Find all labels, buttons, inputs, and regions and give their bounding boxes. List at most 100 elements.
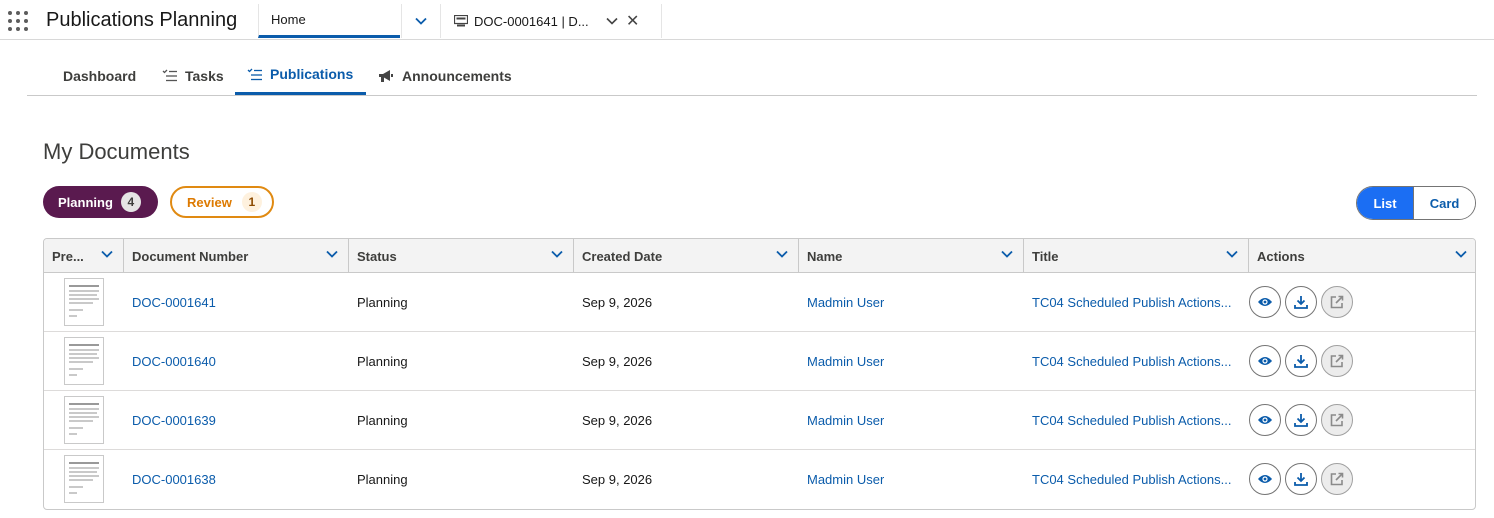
table-row: DOC-0001639 Planning Sep 9, 2026 Madmin … bbox=[44, 391, 1475, 450]
column-header-status[interactable]: Status bbox=[349, 239, 574, 273]
column-label: Document Number bbox=[132, 248, 249, 264]
tab-label: Dashboard bbox=[63, 67, 137, 84]
card-view-button[interactable]: Card bbox=[1413, 187, 1475, 219]
tab-announcements[interactable]: Announcements bbox=[378, 56, 512, 95]
doc-tab[interactable]: DOC-0001641 | D... ✕ bbox=[442, 4, 662, 38]
document-number-link[interactable]: DOC-0001641 bbox=[132, 273, 216, 331]
column-label: Title bbox=[1032, 248, 1059, 264]
tab-tasks[interactable]: Tasks bbox=[162, 56, 224, 95]
download-icon bbox=[1294, 296, 1308, 309]
preview-button[interactable] bbox=[1249, 463, 1281, 495]
pill-label: Planning bbox=[58, 194, 113, 210]
chevron-down-icon[interactable] bbox=[606, 17, 618, 25]
created-date-cell: Sep 9, 2026 bbox=[582, 412, 653, 428]
document-preview-thumbnail[interactable] bbox=[64, 455, 104, 503]
page-title: My Documents bbox=[43, 139, 190, 164]
open-external-button[interactable] bbox=[1321, 404, 1353, 436]
home-tab-label: Home bbox=[271, 12, 306, 27]
tab-label: Announcements bbox=[402, 67, 512, 84]
column-label: Name bbox=[807, 248, 843, 264]
document-preview-thumbnail[interactable] bbox=[64, 278, 104, 326]
download-icon bbox=[1294, 473, 1308, 486]
open-external-icon bbox=[1330, 354, 1344, 368]
checklist-icon bbox=[247, 68, 262, 80]
column-header-title[interactable]: Title bbox=[1024, 239, 1249, 273]
pill-label: Review bbox=[187, 194, 232, 210]
count-badge: 4 bbox=[120, 192, 141, 212]
document-preview-thumbnail[interactable] bbox=[64, 337, 104, 385]
view-toggle: List Card bbox=[1356, 186, 1476, 220]
list-view-button[interactable]: List bbox=[1357, 187, 1414, 219]
title-link[interactable]: TC04 Scheduled Publish Actions... bbox=[1032, 450, 1244, 508]
document-number-link[interactable]: DOC-0001640 bbox=[132, 332, 216, 390]
app-header: Publications Planning Home DOC-0001641 |… bbox=[0, 0, 1494, 40]
name-link[interactable]: Madmin User bbox=[807, 332, 884, 390]
tab-label: Publications bbox=[270, 66, 354, 82]
column-header-preview[interactable]: Pre... bbox=[44, 239, 124, 273]
chevron-down-icon bbox=[415, 17, 427, 25]
home-tab[interactable]: Home bbox=[258, 4, 400, 38]
column-header-actions[interactable]: Actions bbox=[1249, 239, 1475, 273]
document-number-link[interactable]: DOC-0001638 bbox=[132, 450, 216, 508]
document-number-link[interactable]: DOC-0001639 bbox=[132, 391, 216, 449]
chevron-down-icon[interactable] bbox=[1226, 250, 1238, 258]
column-label: Created Date bbox=[582, 248, 663, 264]
name-link[interactable]: Madmin User bbox=[807, 391, 884, 449]
review-filter-pill[interactable]: Review 1 bbox=[170, 186, 274, 218]
chevron-down-icon[interactable] bbox=[101, 250, 113, 258]
column-label: Status bbox=[357, 248, 397, 264]
app-launcher-icon[interactable] bbox=[8, 11, 28, 31]
name-link[interactable]: Madmin User bbox=[807, 450, 884, 508]
download-icon bbox=[1294, 355, 1308, 368]
checklist-icon bbox=[162, 69, 177, 82]
count-badge: 1 bbox=[241, 192, 262, 212]
chevron-down-icon[interactable] bbox=[326, 250, 338, 258]
open-external-icon bbox=[1330, 295, 1344, 309]
status-cell: Planning bbox=[357, 412, 408, 428]
chevron-down-icon[interactable] bbox=[551, 250, 563, 258]
megaphone-icon bbox=[379, 69, 393, 82]
column-label: Actions bbox=[1257, 248, 1305, 264]
status-cell: Planning bbox=[357, 294, 408, 310]
open-external-icon bbox=[1330, 413, 1344, 427]
tab-dashboard[interactable]: Dashboard bbox=[63, 56, 136, 95]
title-link[interactable]: TC04 Scheduled Publish Actions... bbox=[1032, 332, 1244, 390]
sub-navigation: Dashboard Tasks Publications Announcemen… bbox=[27, 56, 1477, 96]
open-external-button[interactable] bbox=[1321, 286, 1353, 318]
preview-button[interactable] bbox=[1249, 286, 1281, 318]
download-button[interactable] bbox=[1285, 404, 1317, 436]
table-row: DOC-0001641 Planning Sep 9, 2026 Madmin … bbox=[44, 273, 1475, 332]
name-link[interactable]: Madmin User bbox=[807, 273, 884, 331]
eye-icon bbox=[1258, 475, 1272, 483]
open-external-icon bbox=[1330, 472, 1344, 486]
documents-table: Pre... Document Number Status Created Da… bbox=[43, 238, 1476, 510]
eye-icon bbox=[1258, 298, 1272, 306]
document-record-icon bbox=[454, 15, 468, 27]
nav-menu-dropdown[interactable] bbox=[401, 4, 441, 38]
column-label: Pre... bbox=[52, 248, 84, 264]
table-row: DOC-0001640 Planning Sep 9, 2026 Madmin … bbox=[44, 332, 1475, 391]
status-cell: Planning bbox=[357, 353, 408, 369]
column-header-created-date[interactable]: Created Date bbox=[574, 239, 799, 273]
status-cell: Planning bbox=[357, 471, 408, 487]
download-button[interactable] bbox=[1285, 463, 1317, 495]
tab-publications[interactable]: Publications bbox=[235, 56, 366, 95]
download-button[interactable] bbox=[1285, 345, 1317, 377]
document-preview-thumbnail[interactable] bbox=[64, 396, 104, 444]
download-button[interactable] bbox=[1285, 286, 1317, 318]
created-date-cell: Sep 9, 2026 bbox=[582, 471, 653, 487]
chevron-down-icon[interactable] bbox=[776, 250, 788, 258]
column-header-name[interactable]: Name bbox=[799, 239, 1024, 273]
chevron-down-icon[interactable] bbox=[1001, 250, 1013, 258]
preview-button[interactable] bbox=[1249, 345, 1281, 377]
column-header-document-number[interactable]: Document Number bbox=[124, 239, 349, 273]
chevron-down-icon[interactable] bbox=[1455, 250, 1467, 258]
close-icon[interactable]: ✕ bbox=[626, 11, 639, 31]
preview-button[interactable] bbox=[1249, 404, 1281, 436]
title-link[interactable]: TC04 Scheduled Publish Actions... bbox=[1032, 391, 1244, 449]
open-external-button[interactable] bbox=[1321, 463, 1353, 495]
app-title: Publications Planning bbox=[46, 9, 238, 31]
title-link[interactable]: TC04 Scheduled Publish Actions... bbox=[1032, 273, 1244, 331]
open-external-button[interactable] bbox=[1321, 345, 1353, 377]
planning-filter-pill[interactable]: Planning 4 bbox=[43, 186, 158, 218]
